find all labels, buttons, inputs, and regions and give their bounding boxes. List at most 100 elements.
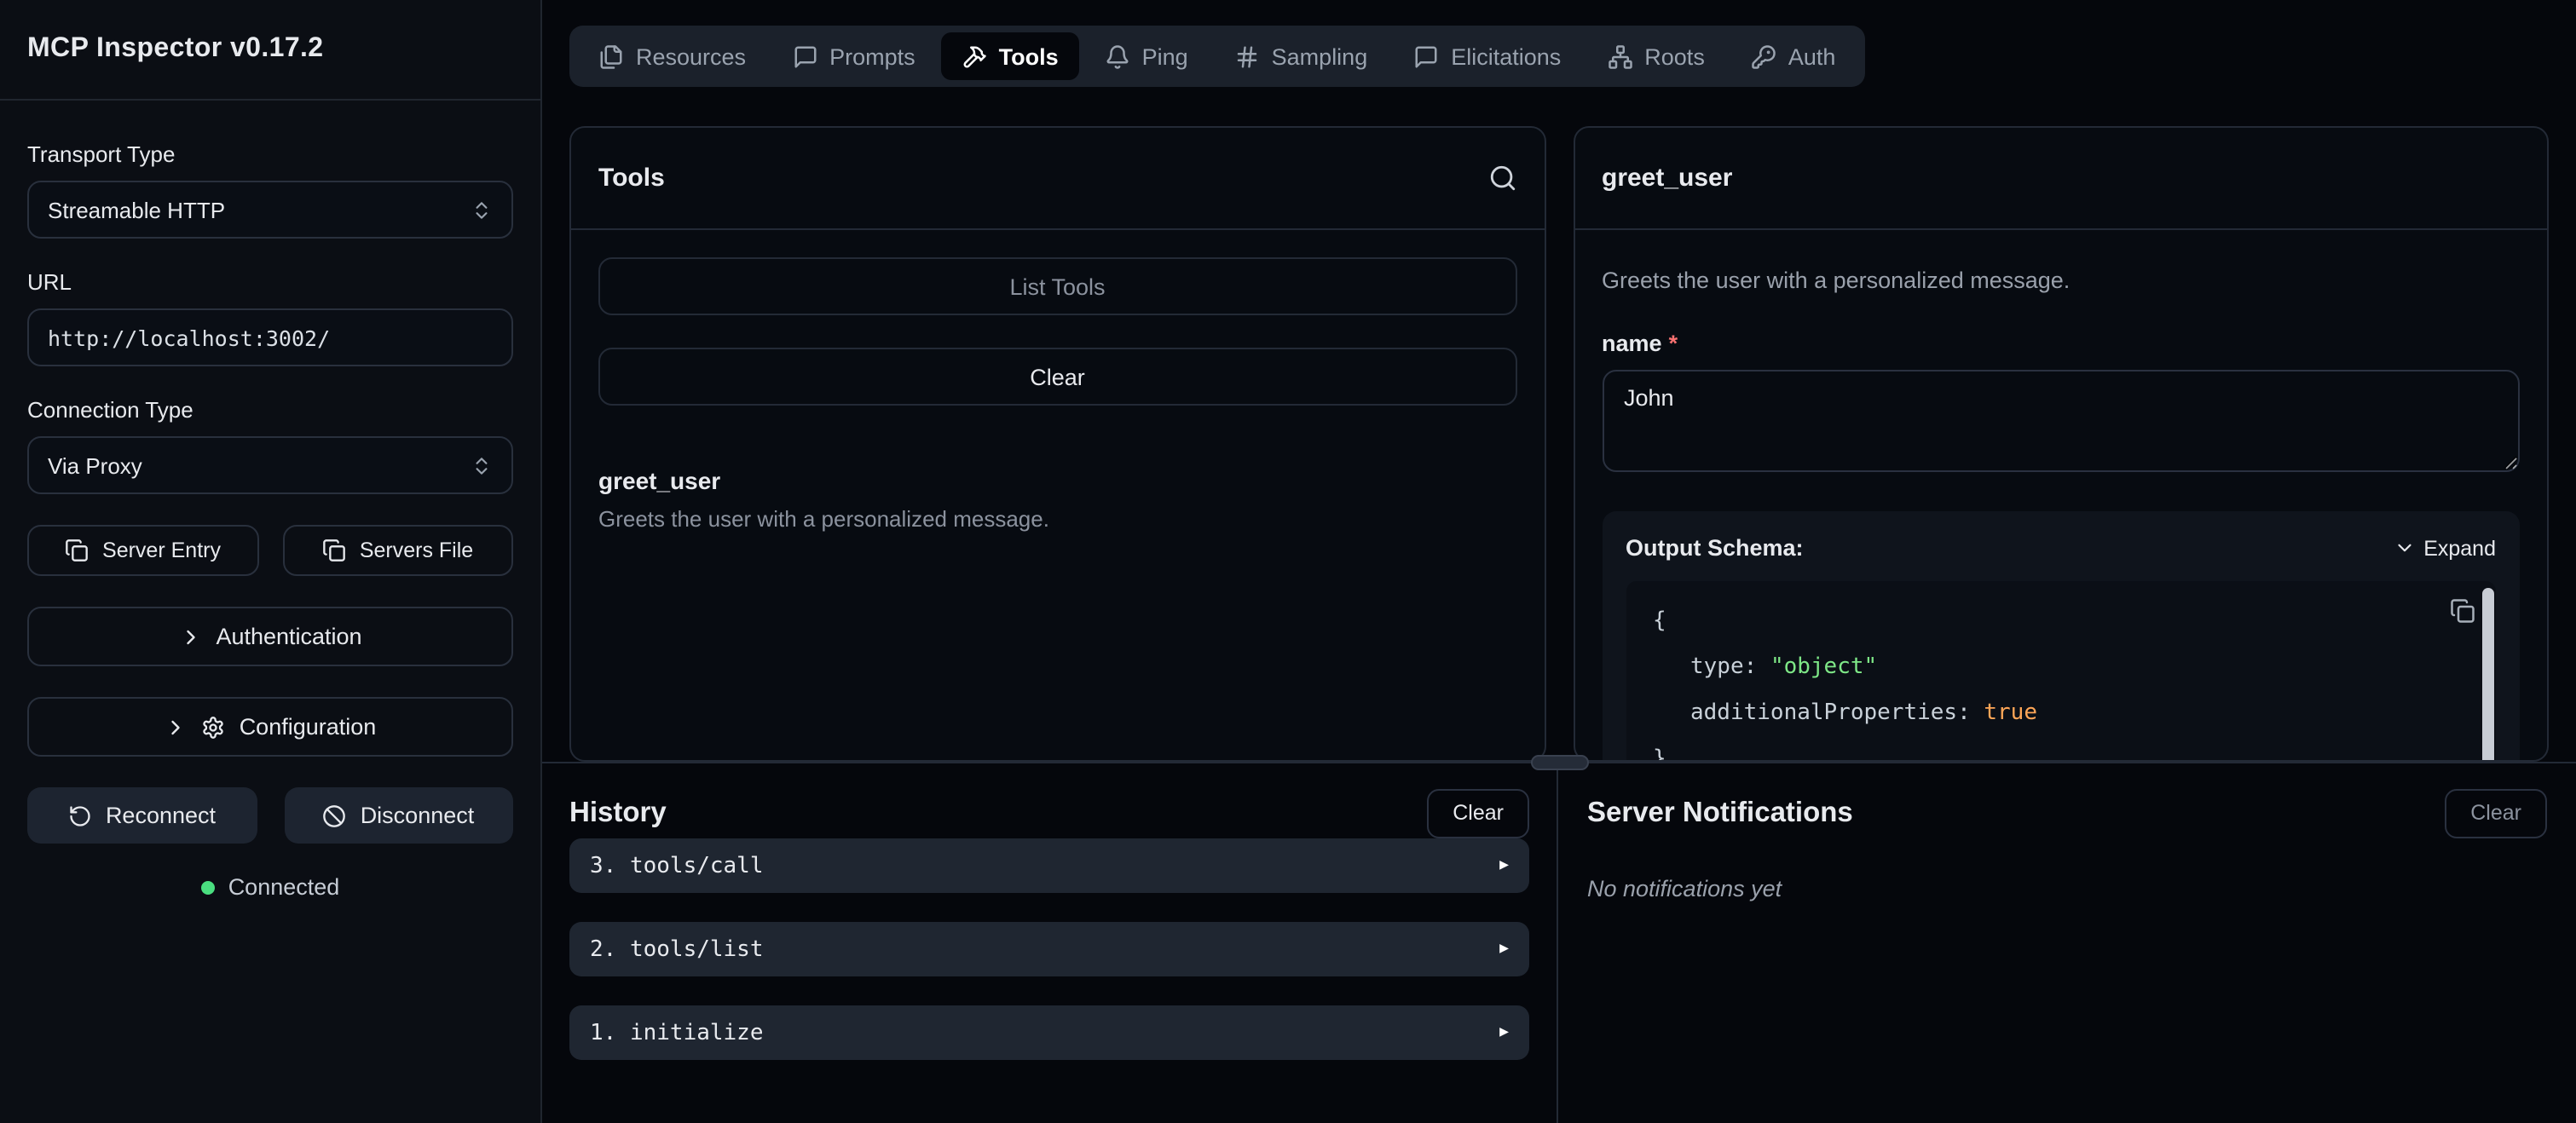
transport-type-select[interactable]: Streamable HTTP [27, 181, 513, 239]
server-entry-label: Server Entry [102, 538, 221, 562]
tab-label: Auth [1788, 43, 1836, 69]
url-input[interactable] [27, 308, 513, 366]
authentication-button[interactable]: Authentication [27, 607, 513, 666]
tab-auth[interactable]: Auth [1730, 32, 1857, 80]
play-icon: ▶ [1499, 941, 1509, 958]
bell-icon [1105, 43, 1130, 69]
copy-icon [65, 538, 89, 562]
play-icon: ▶ [1499, 857, 1509, 874]
history-item[interactable]: 2. tools/list ▶ [569, 922, 1529, 976]
connection-type-label: Connection Type [27, 397, 513, 423]
disconnect-button[interactable]: Disconnect [284, 787, 513, 844]
chevron-right-icon [178, 625, 202, 648]
search-icon [1487, 164, 1516, 193]
chevrons-up-down-icon [471, 199, 493, 221]
tab-label: Prompts [829, 43, 915, 69]
tab-tools[interactable]: Tools [941, 32, 1079, 80]
param-name-label: name* [1602, 331, 2520, 356]
code-token: additionalProperties: [1690, 700, 1984, 726]
list-tools-button[interactable]: List Tools [598, 257, 1516, 315]
hammer-icon [962, 43, 987, 69]
configuration-label: Configuration [240, 714, 377, 740]
schema-code-block: { type: "object" additionalProperties: t… [1626, 581, 2496, 760]
chevrons-up-down-icon [471, 454, 493, 476]
tool-detail-body: Greets the user with a personalized mess… [1574, 230, 2547, 760]
authentication-label: Authentication [216, 624, 361, 649]
disconnect-label: Disconnect [361, 803, 475, 828]
history-item-label: 2. tools/list [590, 936, 764, 962]
notifications-title: Server Notifications [1587, 797, 1853, 829]
tab-elicitations[interactable]: Elicitations [1393, 32, 1581, 80]
tab-sampling[interactable]: Sampling [1214, 32, 1389, 80]
gear-icon [202, 715, 226, 739]
splitter-handle[interactable] [1530, 755, 1588, 770]
expand-label: Expand [2423, 536, 2496, 560]
message-square-icon [1413, 43, 1439, 69]
status-label: Connected [228, 874, 340, 900]
files-icon [598, 43, 624, 69]
code-line: type: "object" [1653, 644, 2469, 690]
code-token-literal: true [1984, 700, 2037, 726]
required-marker: * [1669, 331, 1678, 356]
history-header: History Clear [569, 787, 1529, 838]
tool-detail-description: Greets the user with a personalized mess… [1602, 268, 2520, 293]
search-button[interactable] [1487, 164, 1516, 193]
tab-ping[interactable]: Ping [1084, 32, 1209, 80]
servers-file-label: Servers File [360, 538, 473, 562]
code-token: type: [1690, 654, 1770, 680]
tabbar-wrap: Resources Prompts Tools Ping Sampling [542, 0, 2576, 87]
notifications-header: Server Notifications Clear [1587, 787, 2547, 838]
hash-icon [1234, 43, 1260, 69]
param-name-input[interactable]: John [1602, 370, 2520, 472]
configuration-button[interactable]: Configuration [27, 697, 513, 757]
server-entry-button[interactable]: Server Entry [27, 525, 258, 576]
history-item[interactable]: 1. initialize ▶ [569, 1005, 1529, 1060]
tools-panel-header: Tools [571, 128, 1544, 230]
notifications-empty-text: No notifications yet [1587, 876, 2547, 901]
sidebar-header: MCP Inspector v0.17.2 [0, 0, 540, 101]
main-area: Resources Prompts Tools Ping Sampling [542, 0, 2576, 1123]
copy-schema-button[interactable] [2450, 598, 2475, 624]
clear-tools-button[interactable]: Clear [598, 348, 1516, 406]
tool-description: Greets the user with a personalized mess… [598, 506, 1516, 532]
expand-schema-button[interactable]: Expand [2393, 536, 2496, 560]
app-title: MCP Inspector v0.17.2 [27, 34, 324, 65]
tool-list-item[interactable]: greet_user Greets the user with a person… [598, 467, 1516, 532]
history-item-label: 3. tools/call [590, 853, 764, 878]
play-icon: ▶ [1499, 1024, 1509, 1041]
sidebar: MCP Inspector v0.17.2 Transport Type Str… [0, 0, 542, 1123]
status-dot-icon [201, 880, 215, 894]
output-schema-section: Output Schema: Expand { type: "objec [1602, 511, 2520, 760]
scrollbar-thumb[interactable] [2482, 588, 2494, 760]
content-row: Tools List Tools Clear greet_user Greets… [542, 87, 2576, 762]
output-schema-title: Output Schema: [1626, 535, 1804, 561]
history-item-label: 1. initialize [590, 1020, 764, 1045]
tools-panel: Tools List Tools Clear greet_user Greets… [569, 126, 1545, 762]
rotate-ccw-icon [68, 803, 92, 827]
code-line: { [1653, 598, 2469, 644]
output-schema-header: Output Schema: Expand [1626, 535, 2496, 561]
code-line: additionalProperties: true [1653, 690, 2469, 736]
code-token-string: "object" [1770, 654, 1877, 680]
reconnect-button[interactable]: Reconnect [27, 787, 257, 844]
connection-type-value: Via Proxy [48, 452, 142, 478]
reconnect-label: Reconnect [106, 803, 216, 828]
tool-detail-panel: greet_user Greets the user with a person… [1573, 126, 2549, 762]
clear-notifications-button[interactable]: Clear [2445, 788, 2547, 838]
tab-bar: Resources Prompts Tools Ping Sampling [569, 26, 1864, 87]
tools-panel-title: Tools [598, 164, 665, 193]
clear-history-button[interactable]: Clear [1427, 788, 1529, 838]
tab-prompts[interactable]: Prompts [771, 32, 936, 80]
circle-slash-icon [323, 803, 347, 827]
sidebar-body: Transport Type Streamable HTTP URL Conne… [0, 101, 540, 927]
connection-type-select[interactable]: Via Proxy [27, 436, 513, 494]
chevron-right-icon [165, 715, 188, 739]
network-icon [1607, 43, 1632, 69]
copy-icon [2450, 598, 2475, 624]
history-item[interactable]: 3. tools/call ▶ [569, 838, 1529, 893]
notifications-section: Server Notifications Clear No notificati… [1558, 763, 2576, 1123]
tab-roots[interactable]: Roots [1586, 32, 1725, 80]
tab-resources[interactable]: Resources [578, 32, 766, 80]
servers-file-button[interactable]: Servers File [282, 525, 513, 576]
transport-type-label: Transport Type [27, 141, 513, 167]
